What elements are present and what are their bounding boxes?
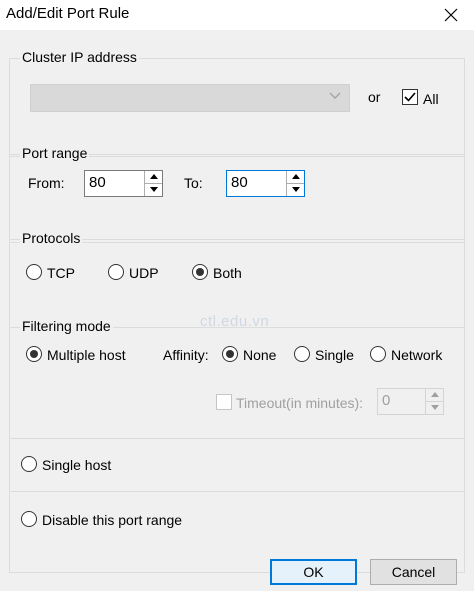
timeout-value: 0 xyxy=(382,392,391,409)
all-label: All xyxy=(423,91,439,107)
affinity-label: Affinity: xyxy=(163,347,209,363)
affinity-none-radio[interactable] xyxy=(222,346,238,362)
arrow-down-icon xyxy=(291,187,300,193)
affinity-single-label: Single xyxy=(315,347,354,363)
cancel-button[interactable]: Cancel xyxy=(370,559,457,585)
from-port-down-button[interactable] xyxy=(145,184,162,197)
affinity-network-radio[interactable] xyxy=(370,346,386,362)
close-button[interactable] xyxy=(428,0,474,30)
protocol-tcp-label: TCP xyxy=(47,265,75,281)
close-icon xyxy=(444,8,458,22)
title-bar: Add/Edit Port Rule xyxy=(0,0,474,30)
single-host-label: Single host xyxy=(42,457,112,473)
protocol-udp-label: UDP xyxy=(129,265,159,281)
port-range-legend: Port range xyxy=(20,145,90,161)
chevron-down-icon xyxy=(329,92,341,99)
disable-port-range-radio[interactable] xyxy=(21,511,37,527)
timeout-up-button[interactable] xyxy=(426,389,443,402)
multiple-host-radio[interactable] xyxy=(26,346,42,362)
protocol-both-radio[interactable] xyxy=(192,264,208,280)
to-port-arrows xyxy=(286,171,304,196)
to-port-down-button[interactable] xyxy=(287,184,304,197)
arrow-down-icon xyxy=(149,187,158,193)
timeout-arrows xyxy=(425,389,443,414)
from-port-arrows xyxy=(144,171,162,196)
affinity-none-label: None xyxy=(243,347,277,363)
window-title: Add/Edit Port Rule xyxy=(6,5,130,22)
disable-port-range-label: Disable this port range xyxy=(42,512,183,528)
divider xyxy=(9,491,465,492)
arrow-down-icon xyxy=(430,405,439,411)
protocols-legend: Protocols xyxy=(20,230,83,246)
filtering-mode-group: Filtering mode xyxy=(9,318,465,573)
arrow-up-icon xyxy=(430,392,439,398)
to-port-stepper[interactable]: 80 xyxy=(226,170,305,197)
all-checkbox[interactable] xyxy=(402,89,418,105)
cluster-ip-legend: Cluster IP address xyxy=(20,49,139,65)
to-port-up-button[interactable] xyxy=(287,171,304,184)
arrow-up-icon xyxy=(149,174,158,180)
from-port-up-button[interactable] xyxy=(145,171,162,184)
or-label: or xyxy=(368,89,381,105)
timeout-checkbox[interactable] xyxy=(216,394,232,410)
affinity-single-radio[interactable] xyxy=(294,346,310,362)
timeout-label: Timeout(in minutes): xyxy=(236,395,364,411)
arrow-up-icon xyxy=(291,174,300,180)
multiple-host-label: Multiple host xyxy=(47,347,126,363)
from-port-stepper[interactable]: 80 xyxy=(84,170,163,197)
single-host-radio[interactable] xyxy=(21,456,37,472)
timeout-down-button[interactable] xyxy=(426,402,443,415)
filtering-mode-legend: Filtering mode xyxy=(20,318,113,334)
timeout-stepper[interactable]: 0 xyxy=(377,388,444,415)
checkmark-icon xyxy=(404,92,416,102)
protocol-tcp-radio[interactable] xyxy=(26,264,42,280)
ok-button[interactable]: OK xyxy=(270,559,357,585)
protocol-udp-radio[interactable] xyxy=(108,264,124,280)
divider xyxy=(9,438,465,439)
dialog-body: Cluster IP address or All Port range Fro… xyxy=(0,30,474,591)
to-port-value: 80 xyxy=(231,174,248,191)
protocol-both-label: Both xyxy=(213,265,242,281)
from-port-value: 80 xyxy=(89,174,106,191)
affinity-network-label: Network xyxy=(391,347,443,363)
to-label: To: xyxy=(184,175,203,191)
from-label: From: xyxy=(28,175,65,191)
cluster-ip-combo[interactable] xyxy=(30,84,350,112)
